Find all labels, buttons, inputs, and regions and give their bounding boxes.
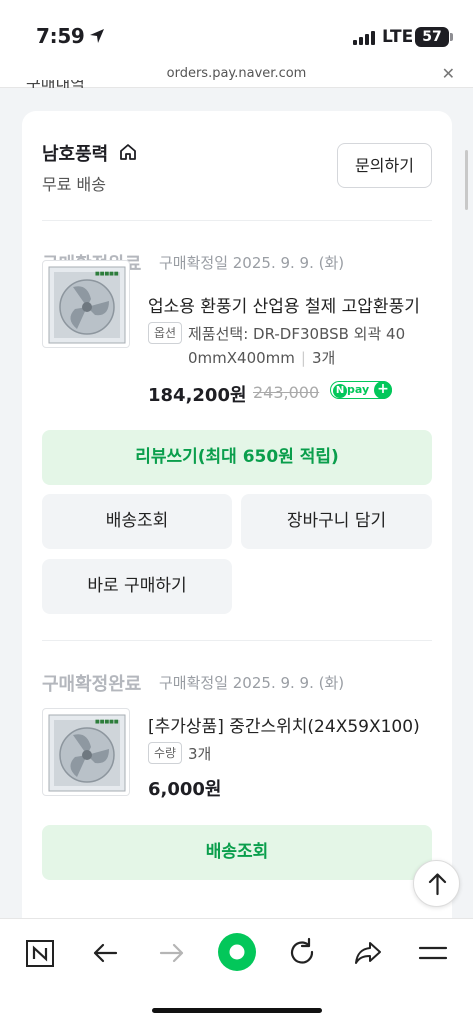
option-text-cont: 0mmX400mm [188,349,295,367]
product-name[interactable]: [추가상품] 중간스위치(24X59X100) [148,712,430,737]
quantity: 3개 [188,745,212,763]
signal-icon [353,30,377,49]
scroll-to-top-button[interactable] [413,860,460,907]
status-time: 7:59 [36,24,85,48]
share-icon[interactable] [350,935,386,971]
close-icon[interactable]: ✕ [442,64,455,83]
green-dot-icon[interactable] [217,932,257,972]
status-bar: 7:59 LTE 57 [0,0,473,62]
confirm-date: 구매확정일 2025. 9. 9. (화) [159,254,345,272]
buy-now-button[interactable]: 바로 구매하기 [42,559,232,614]
npay-n-icon: N [333,384,347,398]
product-thumbnail[interactable]: ■■■■■ [42,708,130,796]
divider [42,220,432,221]
location-arrow-icon [88,27,106,49]
network-type: LTE [382,27,414,47]
battery-icon: 57 [415,27,449,47]
product-name[interactable]: 업소용 환풍기 산업용 철제 고압환풍기 [148,292,430,317]
price: 184,200원 [148,385,247,406]
arrow-up-icon [428,873,447,896]
naver-home-icon[interactable] [22,935,58,971]
confirm-date: 구매확정일 2025. 9. 9. (화) [159,674,345,692]
svg-text:■■■■■: ■■■■■ [95,271,119,277]
track-delivery-button[interactable]: 배송조회 [42,494,232,549]
write-review-button[interactable]: 리뷰쓰기(최대 650원 적립) [42,430,432,485]
product-thumbnail[interactable]: ■■■■■ [42,260,130,348]
option-tag: 수량 [148,742,183,764]
url-text[interactable]: orders.pay.naver.com [0,66,473,81]
inquiry-button[interactable]: 문의하기 [337,143,432,188]
divider [42,640,432,641]
original-price: 243,000 [253,383,320,402]
home-indicator [152,1008,322,1013]
add-to-cart-button[interactable]: 장바구니 담기 [241,494,432,549]
option-text-line2: 0mmX400mm | 3개 [188,349,336,367]
plus-icon: + [374,380,392,399]
order-status: 구매확정완료 [42,674,142,695]
scrollbar[interactable] [465,150,468,210]
battery-tip [450,33,453,41]
npay-plus-badge: Npay + [330,380,392,399]
back-arrow-icon[interactable] [88,935,124,971]
quantity: 3개 [311,349,336,367]
option-tag: 옵션 [148,322,183,344]
forward-arrow-icon [153,935,189,971]
option-text: 제품선택: DR-DF30BSB 외곽 40 [188,325,406,343]
shipping-info: 무료 배송 [42,175,106,194]
price: 6,000원 [148,779,222,800]
svg-text:■■■■■: ■■■■■ [95,719,119,725]
refresh-icon[interactable] [284,935,320,971]
store-home-icon[interactable] [119,143,137,165]
track-delivery-button[interactable]: 배송조회 [42,825,432,880]
menu-icon[interactable] [415,935,451,971]
npay-label: pay [347,383,370,396]
seller-name[interactable]: 남호풍력 [42,140,108,166]
clipped-section-heading: 구매내역 [26,80,116,88]
